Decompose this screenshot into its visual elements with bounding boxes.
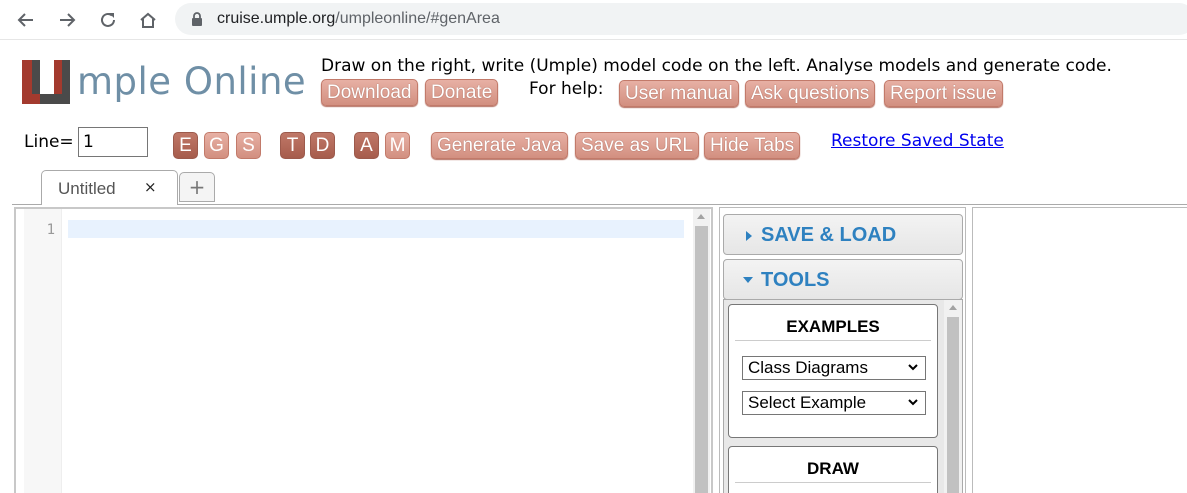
generate-java-button[interactable]: Generate Java — [431, 132, 568, 159]
tools-title: TOOLS — [761, 269, 830, 291]
toggle-s-button[interactable]: S — [236, 132, 261, 159]
draw-box: DRAW — [728, 446, 938, 493]
toggle-a-button[interactable]: A — [354, 132, 379, 159]
umple-logo-mark — [22, 60, 70, 104]
caret-right-icon — [746, 231, 752, 241]
line-gutter: 1 — [24, 209, 62, 493]
draw-divider — [735, 482, 931, 483]
umple-logo[interactable]: mple Online — [22, 58, 306, 108]
examples-box: EXAMPLES Class Diagrams Select Example — [728, 304, 938, 438]
help-label: For help: — [529, 79, 604, 99]
example-select[interactable]: Select Example — [742, 391, 926, 415]
toggle-t-button[interactable]: T — [280, 132, 305, 159]
restore-saved-state-link[interactable]: Restore Saved State — [831, 131, 1004, 151]
tagline: Draw on the right, write (Umple) model c… — [321, 56, 1112, 76]
chevron-down-icon — [908, 399, 918, 406]
toggle-d-button[interactable]: D — [310, 132, 335, 159]
address-bar[interactable]: cruise.umple.org/umpleonline/#genArea — [175, 3, 1187, 35]
toggle-g-button[interactable]: G — [204, 132, 229, 159]
examples-title: EXAMPLES — [786, 317, 880, 336]
scrollbar-thumb[interactable] — [947, 317, 959, 493]
add-tab-button[interactable]: + — [179, 172, 215, 202]
diagram-type-select[interactable]: Class Diagrams — [742, 356, 926, 380]
ask-questions-button[interactable]: Ask questions — [745, 80, 876, 107]
download-button[interactable]: Download — [321, 79, 418, 106]
donate-button[interactable]: Donate — [425, 79, 499, 106]
editor-scrollbar[interactable] — [693, 209, 710, 493]
diagram-canvas[interactable] — [972, 207, 1187, 493]
logo-text: mple Online — [77, 60, 307, 103]
scroll-up-icon[interactable] — [949, 305, 957, 310]
save-as-url-button[interactable]: Save as URL — [575, 132, 699, 159]
toggle-m-button[interactable]: M — [385, 132, 410, 159]
scrollbar-thumb[interactable] — [695, 226, 708, 493]
tab-untitled[interactable]: Untitled × — [41, 170, 178, 205]
tools-header[interactable]: TOOLS — [723, 259, 963, 300]
line-number: 1 — [46, 222, 55, 238]
save-load-title: SAVE & LOAD — [761, 224, 897, 246]
hide-tabs-button[interactable]: Hide Tabs — [704, 132, 801, 159]
line-label: Line= — [24, 132, 74, 152]
draw-title: DRAW — [807, 459, 859, 478]
code-editor[interactable]: 1 — [14, 207, 713, 493]
line-number-input[interactable]: 1 — [78, 127, 148, 157]
tab-bar-divider — [12, 204, 1187, 205]
panel-scrollbar[interactable] — [944, 300, 962, 493]
scroll-up-icon[interactable] — [697, 214, 705, 219]
chevron-down-icon — [908, 364, 918, 371]
forward-icon[interactable] — [53, 6, 81, 34]
caret-down-icon — [743, 277, 753, 283]
examples-divider — [735, 340, 931, 341]
user-manual-button[interactable]: User manual — [619, 80, 739, 107]
toggle-e-button[interactable]: E — [173, 132, 198, 159]
tools-panel: SAVE & LOAD TOOLS EXAMPLES Class Diagram… — [719, 207, 966, 493]
tab-label: Untitled — [58, 179, 116, 198]
save-load-header[interactable]: SAVE & LOAD — [723, 214, 963, 255]
lock-icon — [192, 12, 202, 26]
example-value: Select Example — [748, 393, 867, 412]
diagram-type-value: Class Diagrams — [748, 358, 868, 377]
url-text: cruise.umple.org/umpleonline/#genArea — [217, 10, 500, 27]
back-icon[interactable] — [12, 6, 40, 34]
report-issue-button[interactable]: Report issue — [884, 80, 1003, 107]
tools-body: EXAMPLES Class Diagrams Select Example D… — [723, 299, 963, 493]
active-line-highlight — [68, 220, 684, 238]
close-icon[interactable]: × — [144, 178, 157, 196]
reload-icon[interactable] — [94, 6, 122, 34]
browser-toolbar: cruise.umple.org/umpleonline/#genArea — [0, 0, 1187, 40]
home-icon[interactable] — [134, 6, 162, 34]
